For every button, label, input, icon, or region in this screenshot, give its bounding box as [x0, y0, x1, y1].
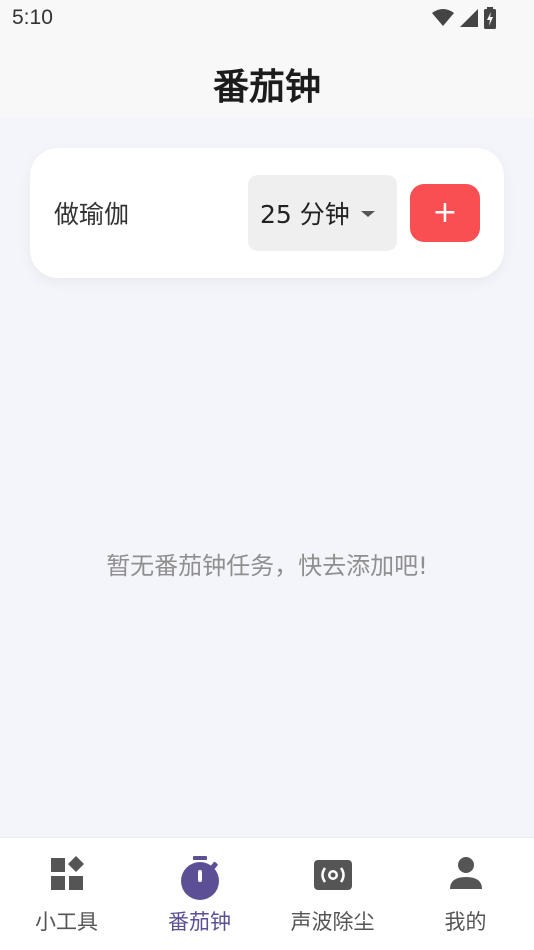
- add-task-button[interactable]: +: [410, 184, 480, 242]
- duration-dropdown[interactable]: 25 分钟: [248, 175, 397, 251]
- chevron-down-icon: [361, 211, 375, 217]
- speaker-icon: [313, 860, 352, 890]
- add-task-card: 25 分钟 +: [30, 148, 504, 278]
- signal-icon: [460, 9, 478, 27]
- task-name-input[interactable]: [54, 191, 244, 235]
- status-time: 5:10: [12, 6, 53, 29]
- nav-item-profile[interactable]: 我的: [399, 838, 532, 950]
- battery-icon: [484, 7, 496, 29]
- nav-label-pomodoro: 番茄钟: [168, 910, 231, 934]
- app-header: 番茄钟: [0, 40, 534, 118]
- page-title: 番茄钟: [212, 67, 321, 108]
- widgets-icon: [50, 856, 84, 890]
- empty-state-message: 暂无番茄钟任务，快去添加吧!: [106, 552, 428, 580]
- nav-label-profile: 我的: [444, 910, 487, 934]
- timer-icon: [180, 856, 219, 900]
- status-bar: 5:10: [0, 0, 534, 40]
- status-icons: [432, 7, 496, 29]
- nav-item-tools[interactable]: 小工具: [0, 838, 133, 950]
- nav-item-sonic-clean[interactable]: 声波除尘: [266, 838, 399, 950]
- duration-label: 25 分钟: [260, 200, 350, 229]
- nav-label-tools: 小工具: [35, 910, 98, 934]
- nav-item-pomodoro[interactable]: 番茄钟: [133, 838, 266, 950]
- wifi-icon: [432, 9, 454, 26]
- person-icon: [449, 857, 482, 889]
- nav-label-sonic-clean: 声波除尘: [290, 910, 375, 934]
- bottom-nav: 小工具 番茄钟 声波除尘 我的: [0, 837, 534, 950]
